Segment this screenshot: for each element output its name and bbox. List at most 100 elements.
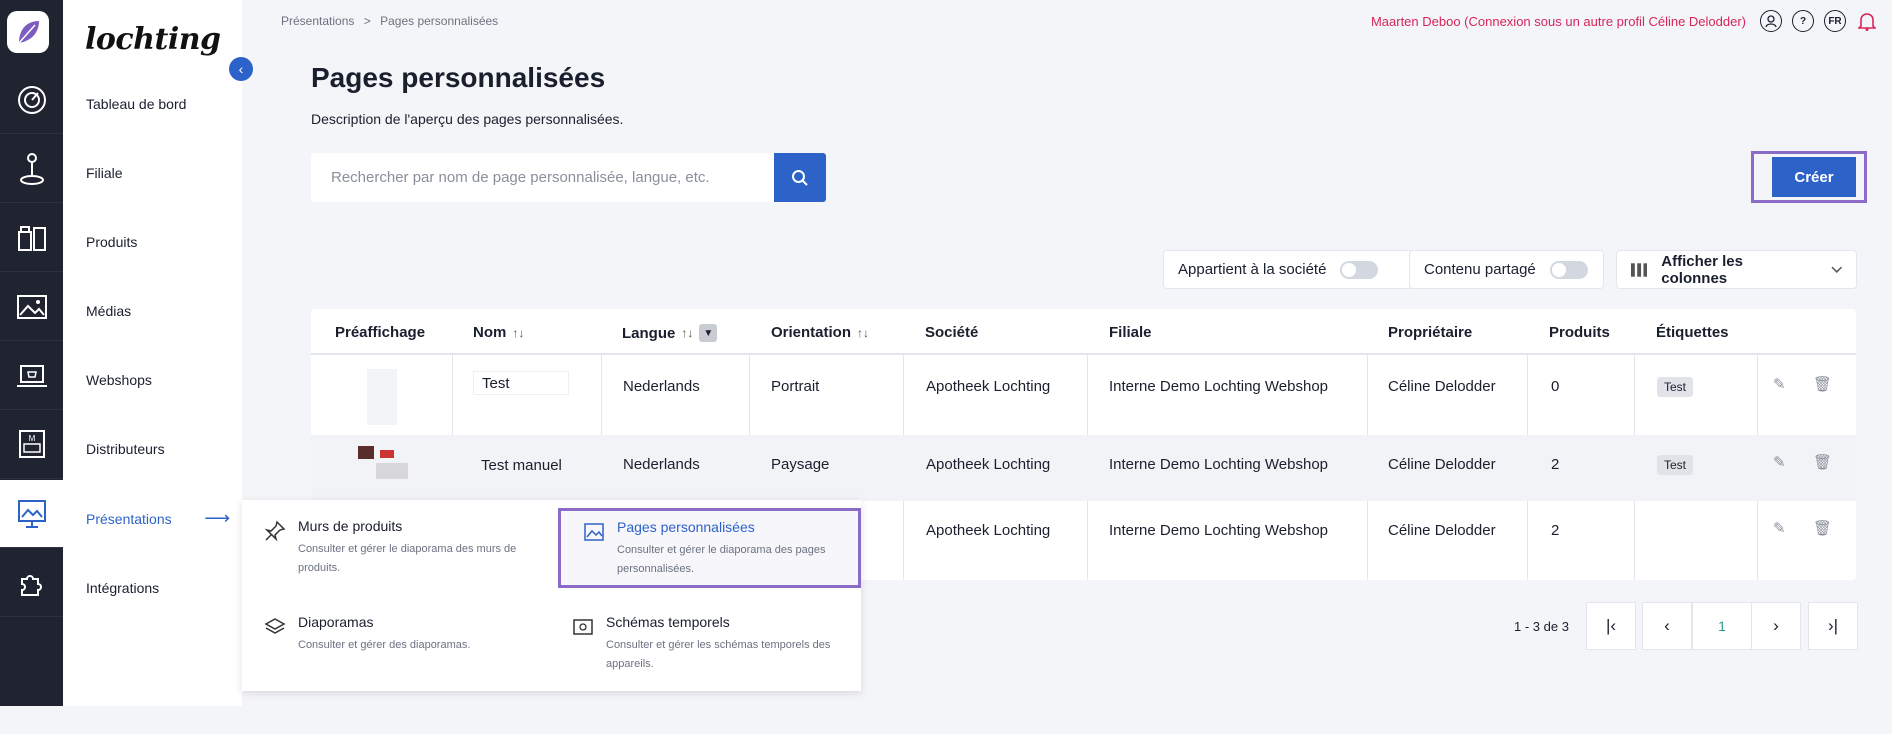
search-input[interactable]	[311, 153, 774, 202]
show-columns-dropdown[interactable]: Afficher les colonnes	[1616, 250, 1857, 289]
col-name[interactable]: Nom ↑↓	[473, 324, 524, 341]
user-impersonation-label[interactable]: Maarten Deboo (Connexion sous un autre p…	[1371, 14, 1746, 29]
webshop-laptop-icon[interactable]	[0, 342, 63, 410]
pagination-info: 1 - 3 de 3	[1514, 619, 1569, 634]
tag-badge: Test	[1657, 377, 1694, 397]
preview-thumbnail[interactable]	[358, 446, 408, 480]
sidebar-item-distributors[interactable]: Distributeurs	[63, 414, 242, 483]
arrow-right-icon: ⟶	[204, 508, 230, 528]
filter-owned-label: Appartient à la société	[1178, 261, 1327, 278]
row-owner: Céline Delodder	[1388, 378, 1496, 395]
leaf-logo-icon[interactable]	[7, 11, 49, 53]
search-button[interactable]	[774, 153, 826, 202]
user-bar: Maarten Deboo (Connexion sous un autre p…	[1371, 10, 1878, 32]
row-orientation: Paysage	[771, 456, 830, 473]
delete-trash-icon[interactable]: 🗑	[1813, 453, 1832, 471]
presentation-icon[interactable]	[0, 480, 63, 548]
row-products: 2	[1551, 456, 1560, 473]
menu-item-slideshows[interactable]: Diaporamas Consulter et gérer des diapor…	[242, 606, 542, 663]
breadcrumb: Présentations > Pages personnalisées	[281, 14, 504, 28]
language-selector[interactable]: FR	[1824, 10, 1846, 32]
distributor-screen-icon[interactable]: M	[0, 411, 63, 479]
row-branch: Interne Demo Lochting Webshop	[1109, 522, 1329, 539]
show-columns-label: Afficher les colonnes	[1661, 252, 1743, 287]
shared-content-toggle[interactable]	[1549, 260, 1588, 279]
menu-item-time-schemes[interactable]: Schémas temporels Consulter et gérer les…	[550, 606, 850, 682]
tag-badge: Test	[1657, 455, 1694, 475]
prev-page-button[interactable]: ‹	[1642, 602, 1692, 650]
col-owner: Propriétaire	[1388, 324, 1473, 341]
svg-text:M: M	[28, 434, 35, 443]
layers-icon	[264, 618, 286, 634]
schedule-screen-icon	[573, 619, 593, 635]
collapse-sidebar-button[interactable]: ‹	[229, 57, 253, 81]
owned-by-company-toggle[interactable]	[1340, 260, 1379, 279]
col-orientation[interactable]: Orientation ↑↓	[771, 324, 869, 341]
preview-thumbnail[interactable]	[367, 369, 397, 425]
sidebar-item-dashboard[interactable]: Tableau de bord	[63, 69, 242, 138]
row-name: Test manuel	[481, 457, 562, 474]
branch-person-icon[interactable]	[0, 135, 63, 203]
sidebar-item-branch[interactable]: Filiale	[63, 138, 242, 207]
breadcrumb-current: Pages personnalisées	[380, 14, 499, 28]
help-icon[interactable]: ?	[1792, 10, 1814, 32]
chevron-down-icon	[1830, 266, 1842, 273]
sort-icon[interactable]: ↑↓	[512, 326, 524, 340]
row-company: Apotheek Lochting	[926, 522, 1051, 539]
table-row[interactable]: Test Nederlands Portrait Apotheek Lochti…	[311, 357, 1856, 425]
row-company: Apotheek Lochting	[926, 378, 1051, 395]
col-language[interactable]: Langue ↑↓ ▼	[622, 324, 718, 342]
profile-icon[interactable]	[1760, 10, 1782, 32]
sidebar-item-presentations[interactable]: Présentations ⟶	[63, 484, 242, 553]
pin-icon	[264, 520, 286, 542]
sidebar: lochting Tableau de bord Filiale Produit…	[63, 0, 242, 706]
menu-item-custom-pages[interactable]: Pages personnalisées Consulter et gérer …	[558, 508, 861, 588]
edit-pencil-icon[interactable]: ✎	[1773, 453, 1786, 471]
last-page-icon: ›|	[1827, 616, 1839, 635]
brand-logo[interactable]: lochting	[85, 22, 221, 57]
search-bar	[311, 153, 826, 202]
sort-icon[interactable]: ↑↓	[857, 326, 869, 340]
sidebar-item-media[interactable]: Médias	[63, 276, 242, 345]
sidebar-item-integrations[interactable]: Intégrations	[63, 553, 242, 622]
products-icon[interactable]	[0, 204, 63, 272]
current-page-button[interactable]: 1	[1692, 602, 1752, 650]
edit-pencil-icon[interactable]: ✎	[1773, 519, 1786, 537]
first-page-icon: |‹	[1605, 616, 1617, 635]
create-button-highlight: Créer	[1751, 151, 1867, 203]
delete-trash-icon[interactable]: 🗑	[1813, 519, 1832, 537]
col-products: Produits	[1549, 324, 1610, 341]
image-frame-icon	[584, 523, 604, 541]
sidebar-item-products[interactable]: Produits	[63, 207, 242, 276]
edit-pencil-icon[interactable]: ✎	[1773, 375, 1786, 393]
row-branch: Interne Demo Lochting Webshop	[1109, 456, 1329, 473]
next-page-button[interactable]: ›	[1751, 602, 1801, 650]
row-branch: Interne Demo Lochting Webshop	[1109, 378, 1329, 395]
sort-icon[interactable]: ↑↓	[681, 326, 693, 340]
menu-item-product-walls[interactable]: Murs de produits Consulter et gérer le d…	[242, 510, 542, 586]
first-page-button[interactable]: |‹	[1586, 602, 1636, 650]
presentations-submenu: Murs de produits Consulter et gérer le d…	[242, 500, 861, 691]
dashboard-icon[interactable]	[0, 66, 63, 134]
breadcrumb-presentations[interactable]: Présentations	[281, 14, 354, 28]
delete-trash-icon[interactable]: 🗑	[1813, 375, 1832, 393]
notification-bell-icon[interactable]	[1856, 10, 1878, 32]
sidebar-item-label: Webshops	[86, 371, 152, 388]
row-language: Nederlands	[623, 456, 700, 473]
sidebar-item-webshops[interactable]: Webshops	[63, 345, 242, 414]
page-title: Pages personnalisées	[311, 62, 606, 93]
filter-funnel-icon[interactable]: ▼	[699, 324, 718, 342]
row-owner: Céline Delodder	[1388, 456, 1496, 473]
create-button[interactable]: Créer	[1772, 157, 1856, 197]
integrations-puzzle-icon[interactable]	[0, 549, 63, 617]
last-page-button[interactable]: ›|	[1808, 602, 1858, 650]
search-icon	[792, 169, 808, 186]
table-row[interactable]: Test manuel Nederlands Paysage Apotheek …	[311, 435, 1856, 501]
sidebar-item-label: Présentations	[86, 510, 172, 527]
chevron-right-icon: ›	[1773, 616, 1779, 635]
page-description: Description de l'aperçu des pages person…	[311, 111, 624, 127]
filter-shared-label: Contenu partagé	[1424, 261, 1536, 278]
sidebar-item-label: Filiale	[86, 164, 123, 181]
media-image-icon[interactable]	[0, 273, 63, 341]
col-branch: Filiale	[1109, 324, 1152, 341]
